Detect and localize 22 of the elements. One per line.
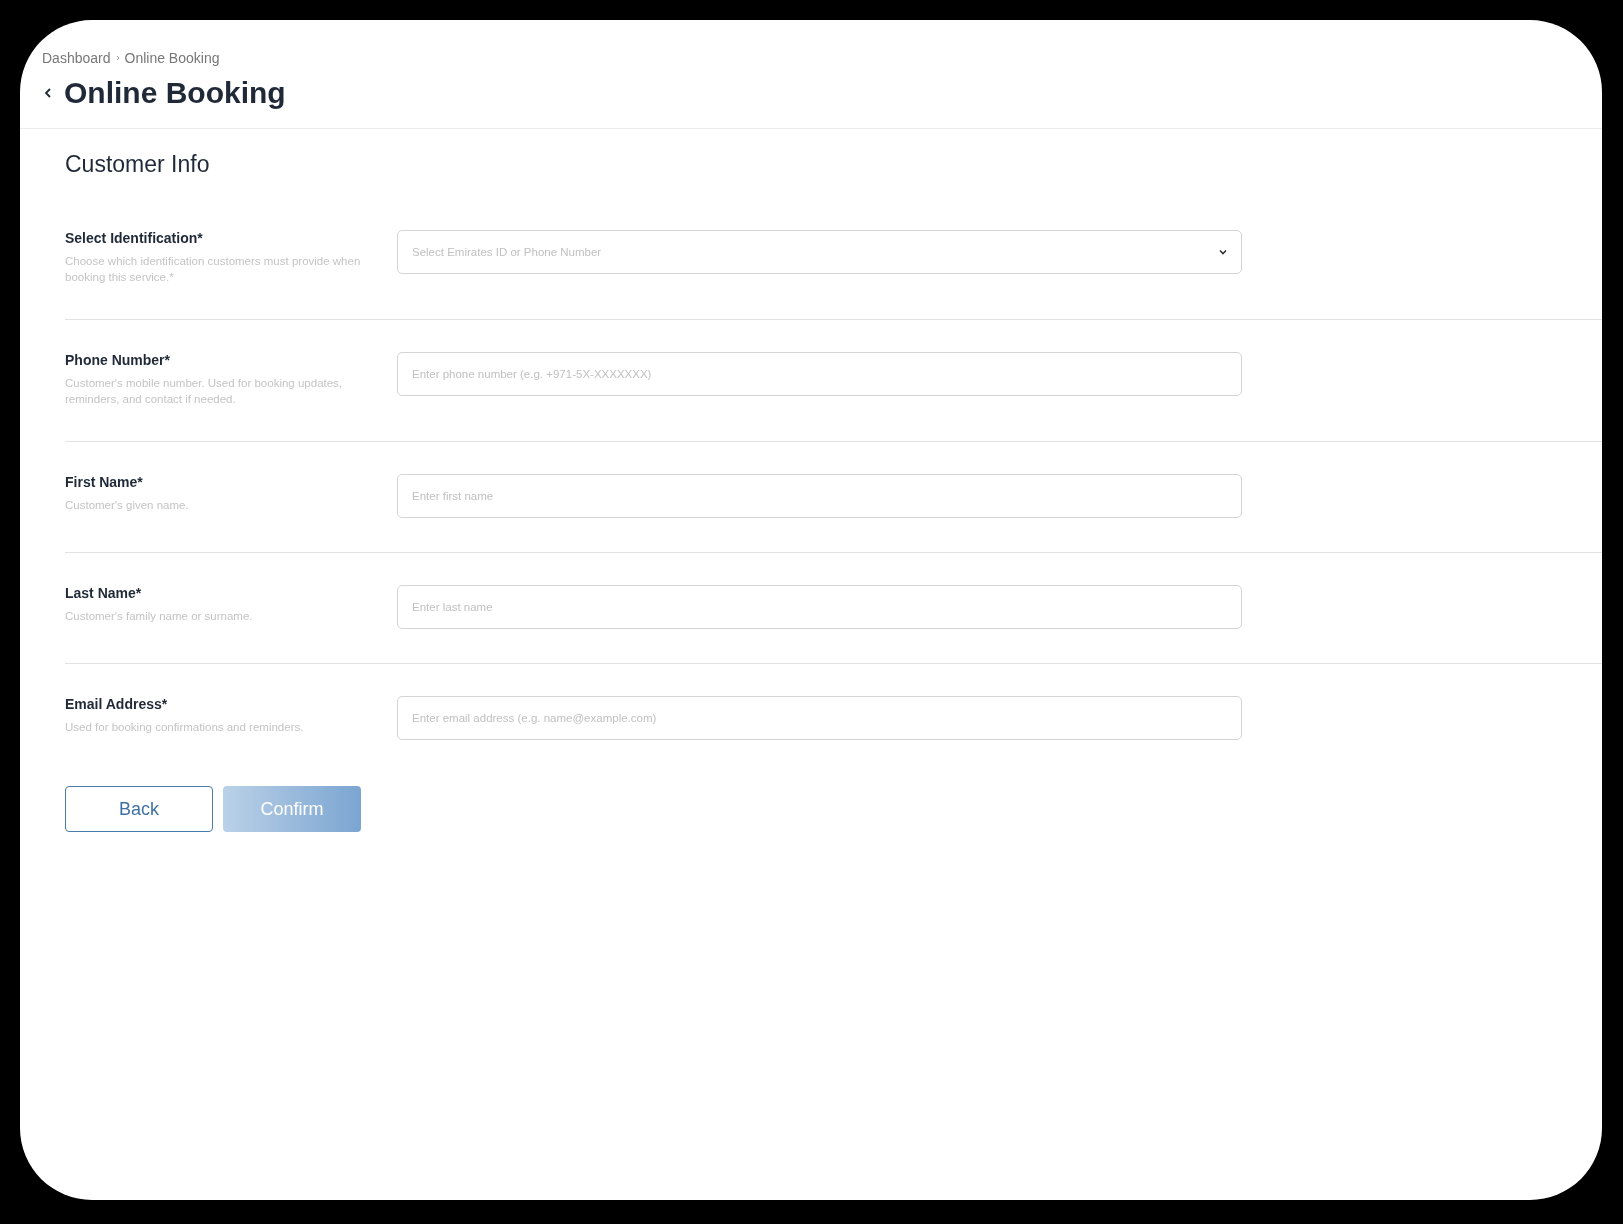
back-icon[interactable] — [42, 87, 54, 99]
field-label: Last Name* — [65, 585, 143, 601]
field-label: Phone Number* — [65, 352, 171, 368]
field-label: First Name* — [65, 474, 144, 490]
field-label: Select Identification* — [65, 230, 204, 246]
field-description: Customer's given name. — [65, 498, 190, 513]
input-field[interactable]: Enter last name — [397, 585, 1242, 629]
back-button[interactable]: Back — [65, 786, 213, 832]
select-field[interactable]: Select Emirates ID or Phone Number — [397, 230, 1242, 274]
input-field[interactable]: Enter first name — [397, 474, 1242, 518]
breadcrumb-link[interactable]: Dashboard — [42, 50, 111, 66]
page-title: Online Booking — [64, 76, 286, 110]
field-description: Used for booking confirmations and reminders. — [65, 720, 305, 735]
input-field[interactable]: Enter email address (e.g. name@example.com) — [397, 696, 1242, 740]
field-label: Email Address* — [65, 696, 169, 712]
chevron-down-icon — [1218, 247, 1228, 257]
breadcrumb-link[interactable]: Online Booking — [124, 50, 220, 66]
field-description: Customer's mobile number. Used for booking updates, reminders, and contact if needed. — [65, 376, 344, 407]
section-title: Customer Info — [65, 151, 211, 178]
breadcrumb-separator-icon — [114, 55, 121, 61]
input-field[interactable]: Enter phone number (e.g. +971-5X-XXXXXXX) — [397, 352, 1242, 396]
field-description: Customer's family name or surname. — [65, 609, 254, 624]
